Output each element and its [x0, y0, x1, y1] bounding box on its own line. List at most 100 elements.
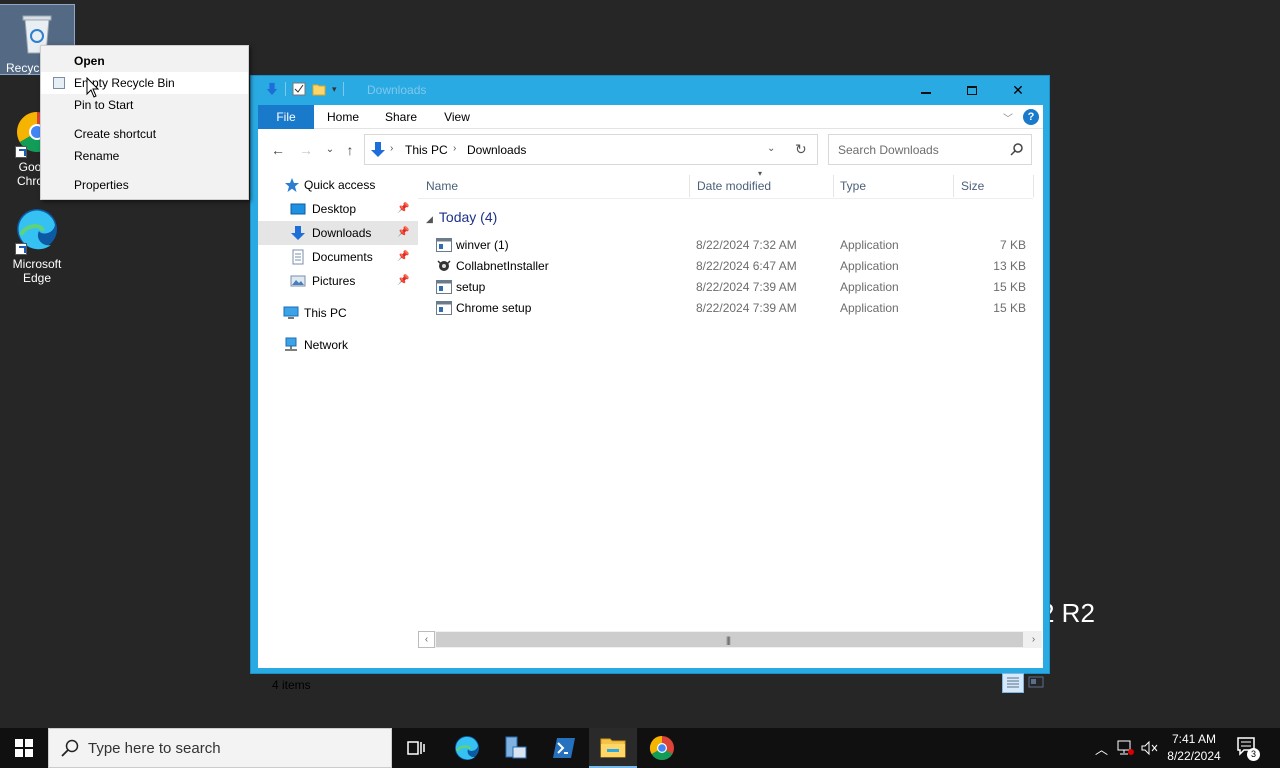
- table-row[interactable]: setup 8/22/2024 7:39 AM Application 15 K…: [418, 277, 1033, 298]
- collapse-group-icon[interactable]: ◢: [426, 214, 433, 224]
- network-status-icon[interactable]: [1117, 728, 1135, 768]
- address-dropdown-icon[interactable]: ⌄: [767, 143, 775, 154]
- menu-item-create-shortcut[interactable]: Create shortcut: [41, 123, 248, 145]
- recent-locations-icon[interactable]: ⌄: [322, 142, 338, 158]
- menu-item-empty-recycle-bin[interactable]: Empty Recycle Bin: [41, 72, 248, 94]
- large-icons-view-button[interactable]: [1026, 673, 1048, 693]
- search-icon[interactable]: [1010, 142, 1024, 156]
- nav-item-documents[interactable]: Documents 📌: [258, 245, 418, 269]
- back-arrow-icon[interactable]: ←: [270, 142, 286, 158]
- edge-icon: [13, 205, 61, 255]
- menu-item-properties[interactable]: Properties: [41, 174, 248, 196]
- file-date: 8/22/2024 6:47 AM: [696, 259, 797, 273]
- action-center-button[interactable]: 3: [1236, 736, 1260, 761]
- address-bar[interactable]: › This PC › Downloads ⌄ ↻: [364, 134, 818, 165]
- taskbar-search-input[interactable]: Type here to search: [88, 740, 221, 757]
- up-arrow-icon[interactable]: ↑: [342, 142, 358, 158]
- file-explorer-window[interactable]: ▾ Downloads ✕ File Home Share View ﹀ ? ←…: [250, 75, 1050, 693]
- close-button[interactable]: ✕: [995, 76, 1041, 105]
- title-bar[interactable]: ▾ Downloads ✕: [251, 76, 1049, 105]
- customize-toolbar-icon[interactable]: ▾: [332, 84, 337, 95]
- details-view-button[interactable]: [1002, 673, 1024, 693]
- file-list: Name Date modified ▾ Type Size ◢ Today (4…: [418, 169, 1043, 643]
- volume-muted-icon[interactable]: [1141, 728, 1159, 768]
- taskbar-file-explorer-button[interactable]: [589, 728, 637, 768]
- menu-item-pin-to-start[interactable]: Pin to Start: [41, 94, 248, 116]
- start-button[interactable]: [0, 728, 48, 768]
- tab-home[interactable]: Home: [320, 105, 366, 129]
- scrollbar-thumb[interactable]: |||: [436, 632, 1023, 647]
- maximize-button[interactable]: [949, 76, 995, 105]
- ribbon-tabs: File Home Share View ﹀ ?: [258, 105, 1043, 129]
- table-row[interactable]: Chrome setup 8/22/2024 7:39 AM Applicati…: [418, 298, 1033, 319]
- pin-icon[interactable]: 📌: [397, 269, 409, 293]
- application-icon: [436, 280, 452, 294]
- scroll-left-icon[interactable]: ‹: [418, 631, 435, 648]
- taskbar-search-box[interactable]: Type here to search: [48, 728, 392, 768]
- nav-label: Documents: [312, 250, 373, 264]
- task-view-icon: [407, 741, 425, 755]
- pin-icon[interactable]: 📌: [397, 245, 409, 269]
- installer-icon: [437, 260, 451, 271]
- help-icon[interactable]: ?: [1023, 109, 1039, 125]
- menu-item-open[interactable]: Open: [41, 50, 248, 72]
- column-header-type[interactable]: Type: [840, 173, 950, 199]
- tab-view[interactable]: View: [434, 105, 480, 129]
- star-icon: [285, 178, 299, 192]
- system-clock[interactable]: 7:41 AM 8/22/2024: [1160, 731, 1228, 765]
- task-view-button[interactable]: [392, 728, 440, 768]
- file-date: 8/22/2024 7:39 AM: [696, 280, 797, 294]
- file-size: 15 KB: [993, 280, 1026, 294]
- file-name: winver (1): [456, 238, 509, 252]
- nav-quick-access[interactable]: Quick access: [258, 173, 418, 197]
- expand-ribbon-icon[interactable]: ﹀: [1003, 110, 1015, 125]
- shortcut-arrow-icon: [15, 243, 27, 255]
- nav-network[interactable]: Network: [258, 333, 418, 357]
- folder-icon: [600, 738, 626, 758]
- nav-label: Network: [304, 338, 349, 352]
- tab-share[interactable]: Share: [378, 105, 424, 129]
- breadcrumb-separator-icon: ›: [453, 143, 457, 154]
- close-icon: ✕: [1012, 82, 1024, 98]
- breadcrumb-downloads[interactable]: Downloads: [467, 143, 526, 157]
- forward-arrow-icon[interactable]: →: [298, 142, 314, 158]
- new-folder-icon[interactable]: [312, 82, 326, 96]
- nav-label: Pictures: [312, 274, 356, 288]
- menu-item-rename[interactable]: Rename: [41, 145, 248, 167]
- file-name: CollabnetInstaller: [456, 259, 549, 273]
- menu-separator: [41, 167, 248, 174]
- table-row[interactable]: winver (1) 8/22/2024 7:32 AM Application…: [418, 235, 1033, 256]
- status-bar-item-count: 4 items: [272, 678, 311, 692]
- table-row[interactable]: CollabnetInstaller 8/22/2024 6:47 AM App…: [418, 256, 1033, 277]
- pin-icon[interactable]: 📌: [397, 221, 409, 245]
- file-date: 8/22/2024 7:32 AM: [696, 238, 797, 252]
- nav-item-pictures[interactable]: Pictures 📌: [258, 269, 418, 293]
- breadcrumb-this-pc[interactable]: This PC: [405, 143, 448, 157]
- nav-item-desktop[interactable]: Desktop 📌: [258, 197, 418, 221]
- horizontal-scrollbar[interactable]: ‹ ||| ›: [418, 631, 1042, 648]
- pin-icon[interactable]: 📌: [397, 197, 409, 221]
- taskbar-server-manager-button[interactable]: [491, 728, 539, 768]
- tab-file[interactable]: File: [258, 105, 314, 129]
- recycle-bin-small-icon: [53, 77, 65, 89]
- taskbar-chrome-button[interactable]: [638, 728, 686, 768]
- breadcrumb-separator-icon: ›: [390, 143, 394, 154]
- search-box[interactable]: Search Downloads: [828, 134, 1032, 165]
- documents-icon: [292, 249, 304, 265]
- nav-this-pc[interactable]: This PC: [258, 301, 418, 325]
- properties-icon[interactable]: [292, 82, 306, 96]
- group-header[interactable]: ◢ Today (4): [426, 209, 497, 229]
- maximize-icon: [967, 86, 977, 95]
- taskbar-powershell-button[interactable]: [540, 728, 588, 768]
- column-header-size[interactable]: Size: [961, 173, 1031, 199]
- nav-item-downloads[interactable]: Downloads 📌: [258, 221, 418, 245]
- column-header-name[interactable]: Name: [426, 173, 676, 199]
- scroll-right-icon[interactable]: ›: [1025, 631, 1042, 648]
- desktop-icon-microsoft-edge[interactable]: Microsoft Edge: [0, 201, 74, 285]
- tray-overflow-icon[interactable]: ︿: [1095, 728, 1108, 768]
- taskbar-edge-button[interactable]: [443, 728, 491, 768]
- minimize-button[interactable]: [903, 76, 949, 105]
- refresh-icon[interactable]: ↻: [795, 141, 807, 158]
- desktop-icon-label: Microsoft Edge: [12, 257, 62, 285]
- search-input[interactable]: Search Downloads: [838, 143, 939, 157]
